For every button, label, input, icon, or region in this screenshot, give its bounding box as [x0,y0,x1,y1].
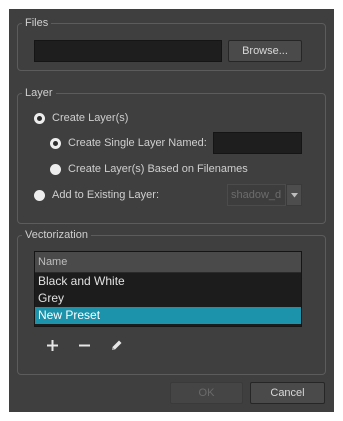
existing-layer-value: shadow_d [227,184,286,206]
radio-create-single[interactable]: Create Single Layer Named: [50,136,207,150]
plus-icon[interactable] [44,337,60,353]
list-item-preset[interactable]: Grey [35,290,301,307]
single-layer-name-input[interactable] [213,132,302,154]
radio-create-layers-indicator[interactable] [34,112,45,124]
browse-button[interactable]: Browse... [228,40,302,62]
list-item-preset[interactable]: Black and White [35,273,301,290]
radio-add-existing-label: Add to Existing Layer: [52,189,160,201]
list-item-preset[interactable]: New Preset [35,307,301,324]
radio-based-on-filenames-label: Create Layer(s) Based on Filenames [68,163,248,175]
file-path-input[interactable] [34,40,222,62]
radio-create-layers[interactable]: Create Layer(s) [34,111,128,125]
radio-create-single-indicator[interactable] [50,137,61,149]
pencil-icon[interactable] [108,337,124,353]
radio-based-on-filenames[interactable]: Create Layer(s) Based on Filenames [50,162,248,176]
radio-add-existing-indicator[interactable] [34,189,45,201]
radio-based-on-filenames-indicator[interactable] [50,163,61,175]
radio-create-single-label: Create Single Layer Named: [68,137,207,149]
ok-button[interactable]: OK [170,382,243,404]
existing-layer-dropdown[interactable]: shadow_d [227,184,302,206]
chevron-down-icon[interactable] [286,184,302,206]
layer-group-title: Layer [25,87,53,99]
column-header-name[interactable]: Name [35,252,301,273]
radio-create-layers-label: Create Layer(s) [52,112,129,124]
import-dialog: Files Browse... Layer Create Layer(s) Cr… [9,9,334,412]
radio-add-existing[interactable]: Add to Existing Layer: [34,188,159,202]
preset-list[interactable]: Name Black and White Grey New Preset [34,251,302,327]
cancel-button[interactable]: Cancel [250,382,325,404]
vectorization-group-title: Vectorization [25,229,88,241]
minus-icon[interactable] [76,337,92,353]
files-group-title: Files [25,17,49,29]
